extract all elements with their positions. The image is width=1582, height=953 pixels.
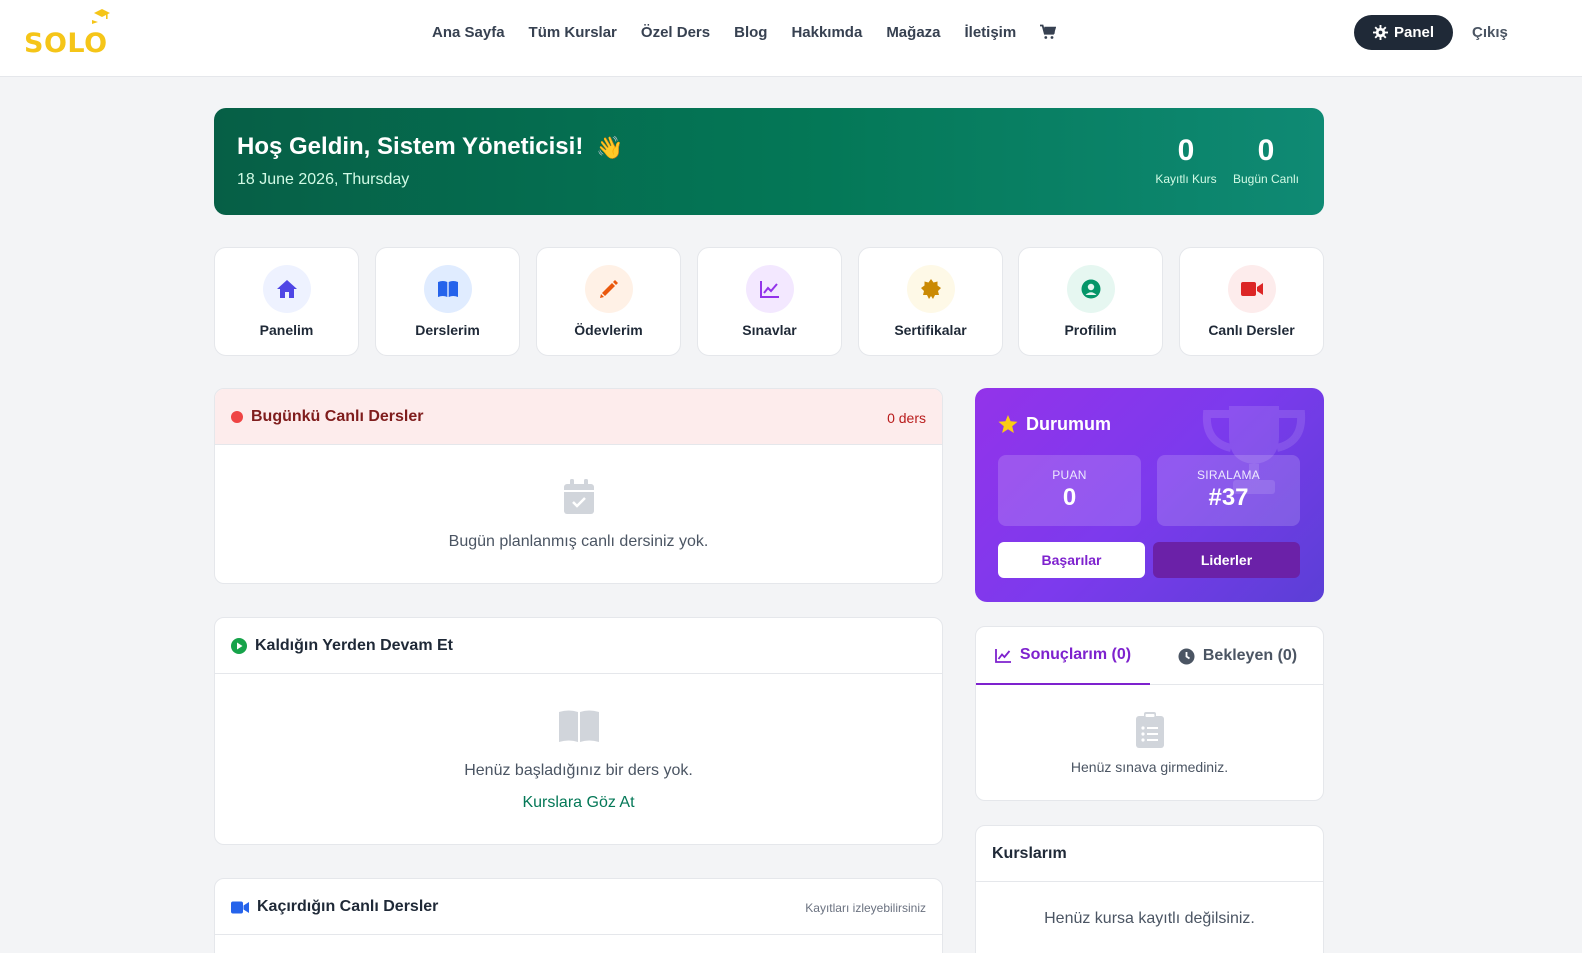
quick-action-label: Sertifikalar [894, 322, 967, 338]
quick-action-exams[interactable]: Sınavlar [697, 247, 842, 356]
results-tabs: Sonuçlarım (0) Bekleyen (0) [976, 627, 1323, 685]
calendar-check-icon [563, 479, 594, 514]
card-header: Kaldığın Yerden Devam Et [215, 618, 942, 674]
user-circle-icon [1067, 265, 1115, 313]
card-title: Bugünkü Canlı Dersler [231, 408, 423, 426]
rank-value: #37 [1208, 484, 1249, 511]
logo-text: SOLO [24, 28, 108, 59]
welcome-banner: Hoş Geldin, Sistem Yöneticisi! 👋 18 June… [214, 108, 1324, 215]
points-value: 0 [1062, 484, 1077, 511]
tab-results[interactable]: Sonuçlarım (0) [976, 627, 1150, 685]
card-title-text: Kaldığın Yerden Devam Et [255, 637, 453, 654]
nav-link-blog[interactable]: Blog [734, 24, 767, 41]
today-live-lessons-card: Bugünkü Canlı Dersler 0 ders Bugün planl… [214, 388, 943, 584]
tab-label: Bekleyen (0) [1202, 647, 1298, 664]
nav-link-all-courses[interactable]: Tüm Kurslar [529, 24, 617, 41]
open-book-icon [558, 710, 599, 742]
quick-action-label: Derslerim [415, 322, 480, 338]
continue-learning-card: Kaldığın Yerden Devam Et Henüz başladığı… [214, 617, 943, 845]
empty-state-text: Henüz kursa kayıtlı değilsiniz. [1044, 910, 1255, 927]
quick-action-label: Canlı Dersler [1208, 322, 1295, 338]
status-title: Durumum [998, 414, 1111, 435]
tab-pending[interactable]: Bekleyen (0) [1150, 627, 1323, 685]
star-icon [998, 415, 1018, 433]
missed-live-lessons-card: Kaçırdığın Canlı Dersler Kayıtları izley… [214, 878, 943, 953]
stat-value: 0 [1257, 134, 1275, 167]
pencil-icon [585, 265, 633, 313]
empty-state-text: Henüz başladığınız bir ders yok. [464, 762, 693, 779]
leaders-button[interactable]: Liderler [1153, 542, 1300, 578]
card-title-text: Kaçırdığın Canlı Dersler [257, 898, 439, 915]
quick-action-label: Panelim [259, 322, 314, 338]
cart-icon[interactable] [1040, 24, 1057, 40]
home-icon [263, 265, 311, 313]
clipboard-list-icon [1135, 712, 1164, 748]
stat-live-today: 0 Bugün Canlı [1230, 134, 1302, 186]
quick-action-profile[interactable]: Profilim [1018, 247, 1163, 356]
rank-box: SIRALAMA #37 [1157, 455, 1300, 526]
stat-label: Kayıtlı Kurs [1155, 172, 1217, 186]
rank-label: SIRALAMA [1196, 468, 1261, 482]
welcome-date: 18 June 2026, Thursday [237, 171, 410, 188]
stat-value: 0 [1177, 134, 1195, 167]
live-dot-icon [231, 411, 243, 423]
quick-action-label: Profilim [1064, 322, 1117, 338]
waving-hand-icon: 👋 [596, 135, 624, 160]
nav-link-private-lesson[interactable]: Özel Ders [641, 24, 710, 41]
empty-state-text: Bugün planlanmış canlı dersiniz yok. [448, 533, 709, 550]
browse-courses-link[interactable]: Kurslara Göz At [215, 794, 942, 812]
card-title: Kurslarım [992, 845, 1067, 862]
quick-action-live-lessons[interactable]: Canlı Dersler [1179, 247, 1324, 356]
solo-logo[interactable]: SOLO [24, 6, 114, 59]
chart-line-icon [746, 265, 794, 313]
stat-enrolled-courses: 0 Kayıtlı Kurs [1152, 134, 1220, 186]
stat-label: Bugün Canlı [1232, 172, 1300, 186]
status-card: Durumum PUAN 0 SIRALAMA #37 Başarılar Li… [975, 388, 1324, 602]
clock-icon [1178, 648, 1195, 664]
book-icon [424, 265, 472, 313]
card-header: Kurslarım [976, 826, 1323, 882]
quick-action-label: Ödevlerim [574, 322, 643, 338]
status-title-text: Durumum [1026, 414, 1111, 434]
top-navbar: SOLO Ana Sayfa Tüm Kurslar Özel Ders Blo… [0, 0, 1582, 77]
empty-state-text: Henüz sınava girmediniz. [1070, 759, 1229, 775]
recordings-note: Kayıtları izleyebilirsiniz [805, 901, 926, 915]
achievements-button[interactable]: Başarılar [998, 542, 1145, 578]
quick-action-lessons[interactable]: Derslerim [375, 247, 520, 356]
panel-button-label: Panel [1393, 24, 1435, 41]
nav-link-about[interactable]: Hakkımda [791, 24, 862, 41]
graduation-cap-icon [92, 9, 110, 24]
quick-action-certificates[interactable]: Sertifikalar [858, 247, 1003, 356]
card-title: Kaldığın Yerden Devam Et [231, 637, 453, 655]
card-header: Bugünkü Canlı Dersler 0 ders [215, 389, 942, 445]
nav-link-store[interactable]: Mağaza [886, 24, 940, 41]
my-courses-card: Kurslarım Henüz kursa kayıtlı değilsiniz… [975, 825, 1324, 953]
nav-link-contact[interactable]: İletişim [965, 24, 1017, 41]
video-icon [231, 901, 249, 913]
card-header: Kaçırdığın Canlı Dersler Kayıtları izley… [215, 879, 942, 935]
quick-action-dashboard[interactable]: Panelim [214, 247, 359, 356]
quick-action-assignments[interactable]: Ödevlerim [536, 247, 681, 356]
card-title: Kaçırdığın Canlı Dersler [231, 898, 438, 916]
play-circle-icon [231, 638, 247, 654]
quick-action-label: Sınavlar [742, 322, 797, 338]
points-box: PUAN 0 [998, 455, 1141, 526]
welcome-title: Hoş Geldin, Sistem Yöneticisi! [237, 133, 584, 160]
certificate-icon [907, 265, 955, 313]
exam-results-card: Sonuçlarım (0) Bekleyen (0) Henüz sınava… [975, 626, 1324, 801]
tab-label: Sonuçlarım (0) [1019, 646, 1132, 663]
panel-button[interactable]: Panel [1354, 15, 1453, 50]
live-count: 0 ders [887, 410, 926, 426]
gear-icon [1372, 25, 1388, 40]
card-title-text: Bugünkü Canlı Dersler [251, 408, 424, 425]
chart-line-icon [995, 648, 1011, 663]
logout-link[interactable]: Çıkış [1472, 24, 1508, 41]
video-icon [1228, 265, 1276, 313]
main-nav: Ana Sayfa Tüm Kurslar Özel Ders Blog Hak… [432, 22, 1057, 42]
nav-link-home[interactable]: Ana Sayfa [432, 24, 505, 41]
points-label: PUAN [1052, 468, 1087, 482]
